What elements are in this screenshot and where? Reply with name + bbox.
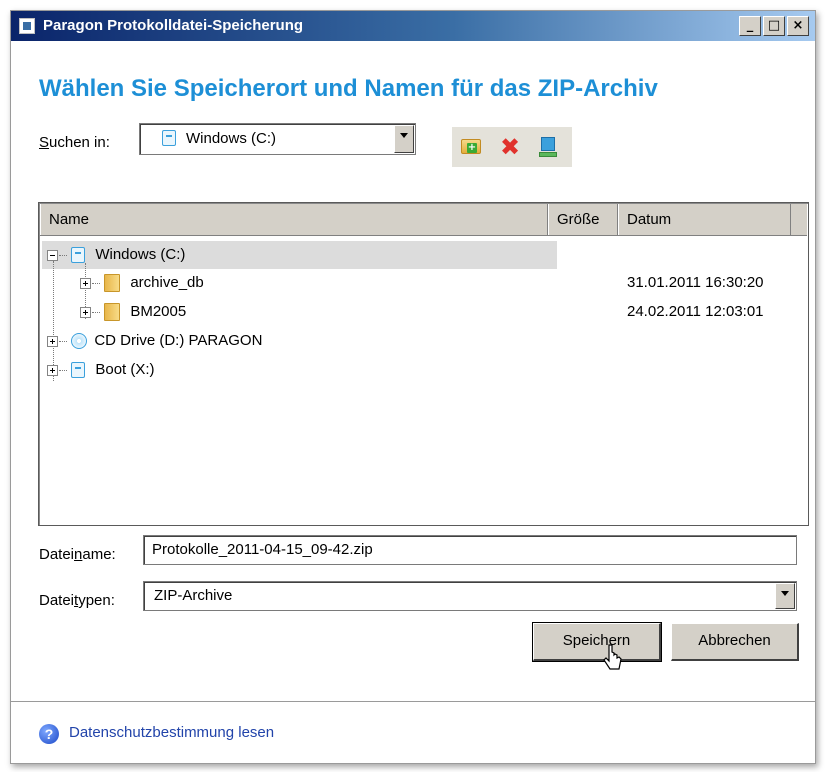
folder-icon [104, 274, 121, 293]
footer-divider [11, 701, 815, 702]
map-network-drive-icon[interactable] [536, 134, 562, 160]
filetype-label: Dateitypen: [39, 592, 115, 609]
look-in-value: Windows (C:) [186, 130, 277, 147]
new-folder-icon[interactable]: + [459, 134, 485, 160]
expand-icon[interactable] [47, 335, 58, 347]
privacy-policy-link[interactable]: Datenschutzbestimmung lesen [69, 724, 274, 741]
expand-icon[interactable] [47, 364, 58, 376]
maximize-button[interactable]: □ [763, 16, 785, 36]
look-in-label-accesskey: S [39, 134, 50, 151]
file-list-header: Name Größe Datum [40, 204, 807, 236]
date-cell: 24.02.2011 12:03:01 [627, 303, 764, 320]
filetype-value: ZIP-Archive [154, 587, 233, 604]
mouse-cursor-icon [603, 644, 622, 670]
tree-item-label: CD Drive (D:) PARAGON [94, 332, 263, 349]
expand-icon[interactable] [80, 306, 91, 318]
dialog-heading: Wählen Sie Speicherort und Namen für das… [39, 75, 658, 102]
drive-icon [71, 362, 86, 379]
date-cell: 31.01.2011 16:30:20 [627, 274, 764, 291]
tree-item-label: BM2005 [130, 303, 187, 320]
file-toolbar: + ✖ [452, 127, 572, 167]
cancel-button[interactable]: Abbrechen [671, 623, 799, 661]
filename-input[interactable]: Protokolle_2011-04-15_09-42.zip [143, 535, 797, 565]
tree-item-label: archive_db [130, 274, 204, 291]
folder-icon [104, 303, 121, 322]
file-list[interactable]: Name Größe Datum Windows (C:) archive_db… [38, 202, 809, 526]
app-icon [19, 18, 35, 34]
window-title: Paragon Protokolldatei-Speicherung [43, 17, 304, 34]
save-log-dialog: Paragon Protokolldatei-Speicherung _ □ ×… [10, 10, 816, 764]
tree-item-archive-db[interactable]: archive_db [80, 270, 204, 296]
tree-item-label: Boot (X:) [95, 361, 155, 378]
column-header-size[interactable]: Größe [548, 204, 618, 235]
minimize-button[interactable]: _ [739, 16, 761, 36]
look-in-label: Suchen in: [39, 134, 110, 151]
tree-item-windows-c[interactable]: Windows (C:) [47, 242, 185, 268]
help-icon[interactable]: ? [39, 724, 59, 744]
delete-icon[interactable]: ✖ [497, 134, 523, 160]
cd-drive-icon [71, 333, 88, 350]
expand-icon[interactable] [80, 277, 91, 289]
collapse-icon[interactable] [47, 249, 58, 261]
drive-icon [162, 130, 176, 146]
filename-label: Dateiname: [39, 546, 116, 563]
filetype-select[interactable]: ZIP-Archive [143, 581, 797, 611]
tree-item-bm2005[interactable]: BM2005 [80, 299, 186, 325]
chevron-down-icon[interactable] [775, 583, 795, 609]
column-header-name[interactable]: Name [40, 204, 548, 235]
close-button[interactable]: × [787, 16, 809, 36]
drive-icon [71, 247, 86, 264]
title-bar[interactable]: Paragon Protokolldatei-Speicherung _ □ × [11, 11, 815, 41]
look-in-label-text: uchen in: [49, 134, 110, 151]
column-header-date[interactable]: Datum [618, 204, 791, 235]
tree-item-boot-x[interactable]: Boot (X:) [47, 357, 155, 383]
save-button[interactable]: Speichern [532, 622, 662, 662]
look-in-combobox[interactable]: Windows (C:) [139, 123, 416, 155]
chevron-down-icon[interactable] [394, 125, 414, 153]
tree-item-cd-drive[interactable]: CD Drive (D:) PARAGON [47, 328, 262, 354]
tree-item-label: Windows (C:) [95, 246, 186, 263]
